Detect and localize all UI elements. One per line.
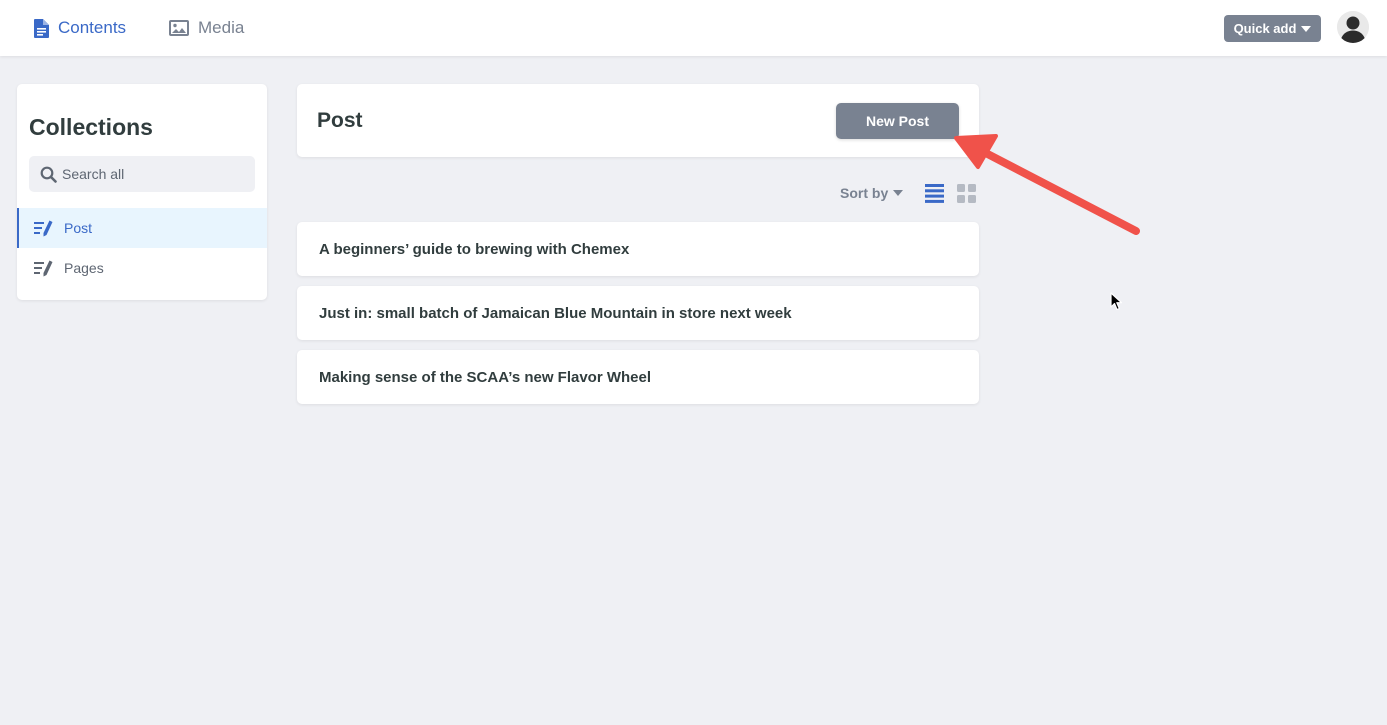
annotation-arrow-icon [954, 134, 1140, 235]
image-icon [169, 20, 189, 36]
list-item[interactable]: A beginners’ guide to brewing with Cheme… [297, 222, 979, 276]
edit-list-icon [34, 260, 53, 277]
edit-list-icon [34, 220, 53, 237]
page-title: Post [317, 109, 363, 132]
sidebar-item-post[interactable]: Post [17, 208, 267, 248]
tab-contents[interactable]: Contents [34, 0, 126, 56]
tab-media-label: Media [198, 18, 245, 37]
sidebar-item-label: Post [64, 220, 93, 236]
tab-contents-label: Contents [58, 18, 127, 37]
sidebar-item-pages[interactable]: Pages [17, 248, 267, 288]
collections-sidebar: Collections Post Pages [17, 84, 267, 300]
document-icon [34, 18, 49, 38]
list-item[interactable]: Just in: small batch of Jamaican Blue Mo… [297, 286, 979, 340]
mouse-cursor-icon [1110, 292, 1123, 311]
user-icon [1337, 11, 1369, 43]
quick-add-button[interactable]: Quick add [1224, 15, 1321, 42]
sidebar-title: Collections [29, 114, 153, 140]
search-icon [40, 166, 57, 183]
quick-add-label: Quick add [1233, 21, 1297, 36]
sort-by-dropdown[interactable]: Sort by [840, 184, 904, 202]
chevron-down-icon [1301, 25, 1312, 32]
sort-by-label: Sort by [840, 185, 889, 201]
chevron-down-icon [893, 190, 904, 196]
top-bar: Contents Media Quick add [0, 0, 1387, 56]
list-item[interactable]: Making sense of the SCAA’s new Flavor Wh… [297, 350, 979, 404]
avatar[interactable] [1337, 11, 1369, 43]
sidebar-item-label: Pages [64, 260, 104, 276]
search-box[interactable] [29, 156, 255, 192]
tab-media[interactable]: Media [169, 0, 244, 56]
collection-header: Post New Post [297, 84, 979, 157]
search-input[interactable] [62, 166, 242, 182]
